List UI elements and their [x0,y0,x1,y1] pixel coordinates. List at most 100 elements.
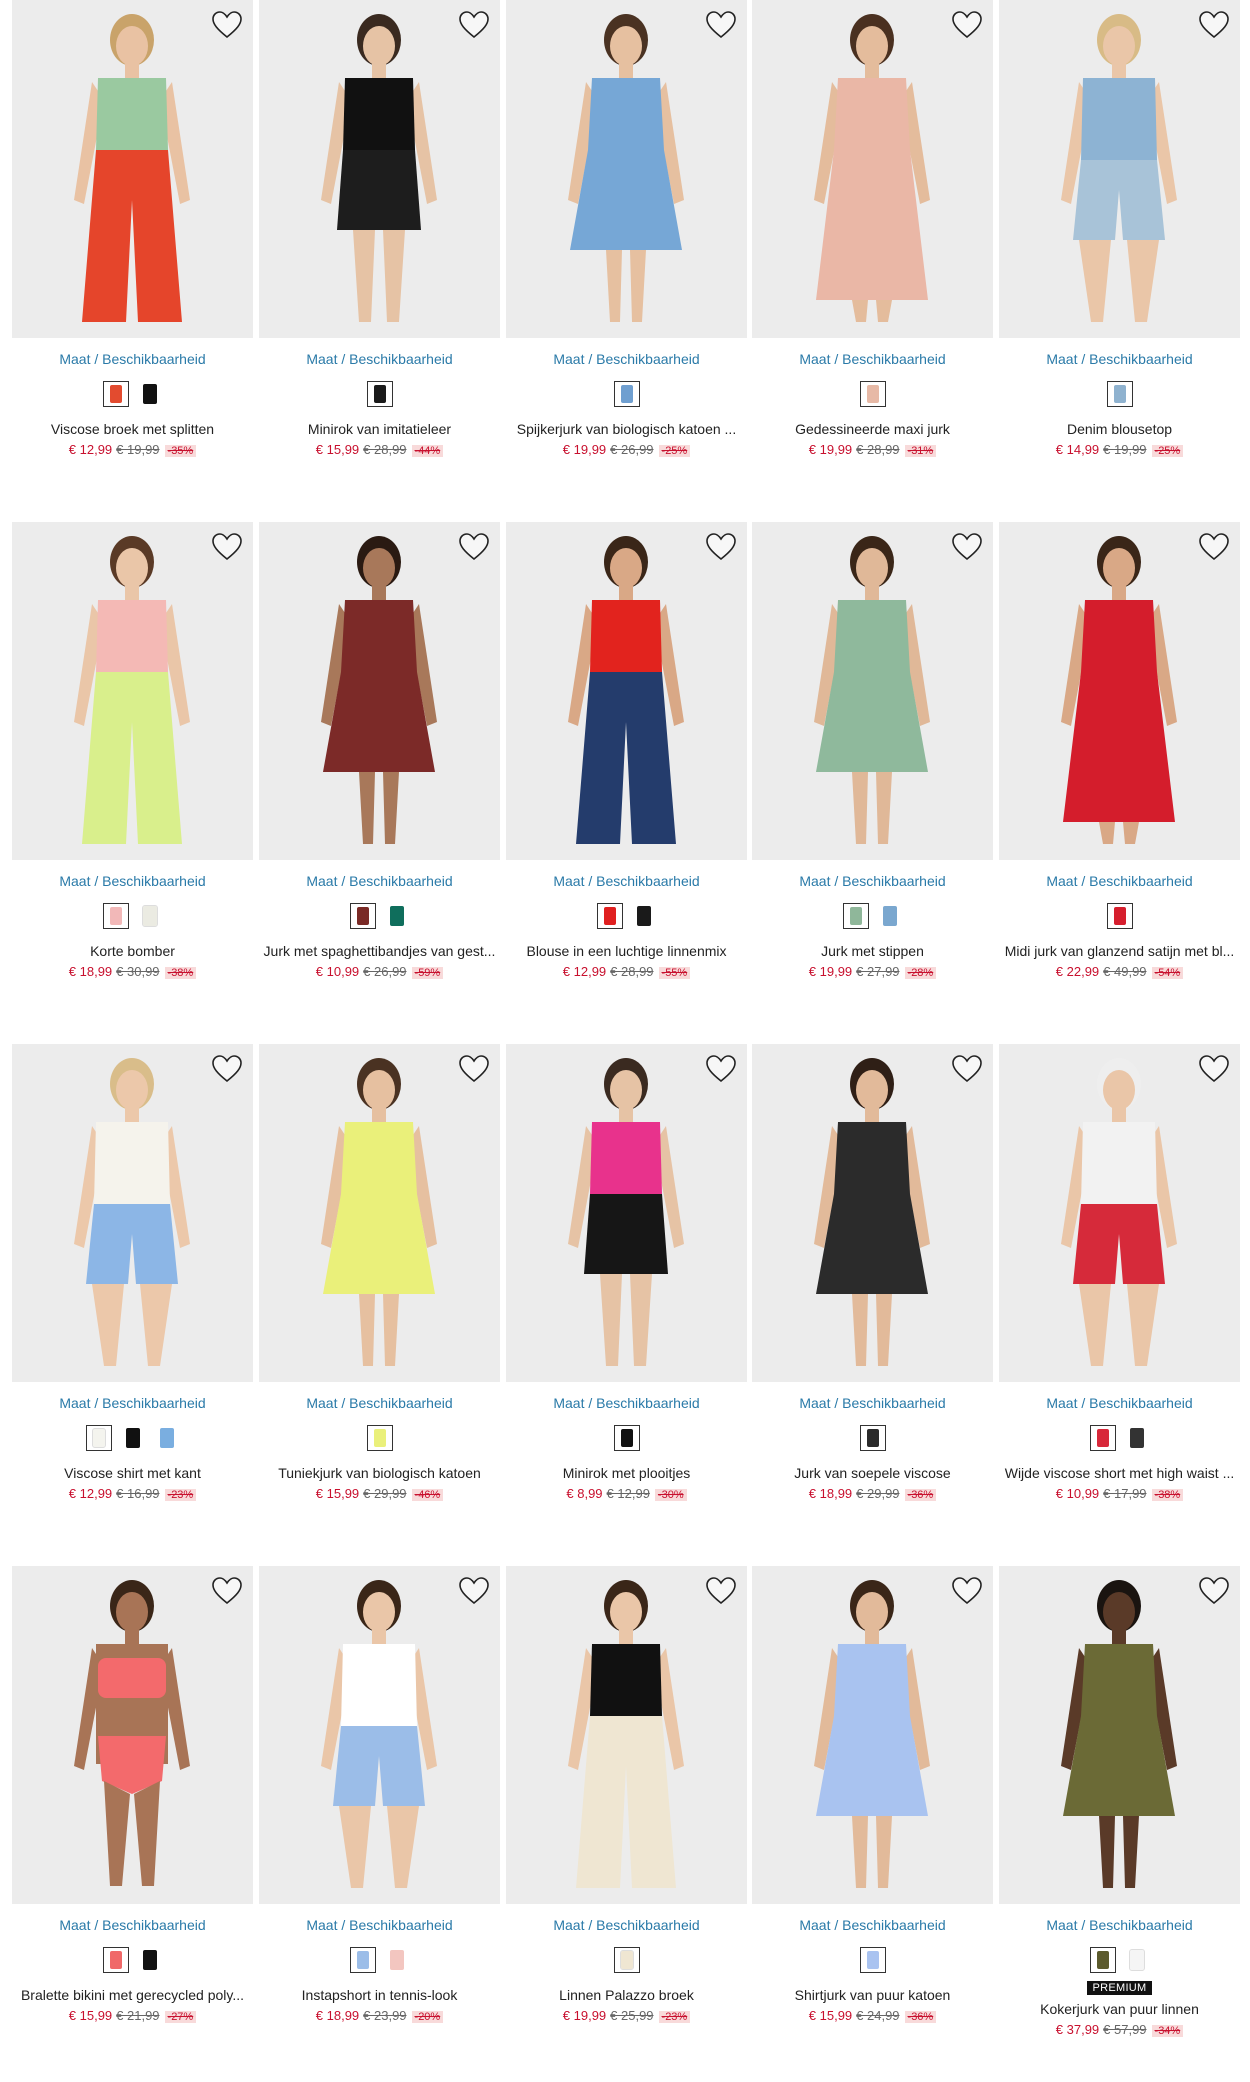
product-card[interactable]: Maat / Beschikbaarheid PREMIUM Kokerjurk v… [999,1566,1240,2037]
wishlist-heart-icon[interactable] [1198,532,1230,562]
product-name[interactable]: Spijkerjurk van biologisch katoen ... [506,421,747,437]
product-card[interactable]: Maat / Beschikbaarheid Minirok van imitat… [259,0,500,457]
wishlist-heart-icon[interactable] [1198,1054,1230,1084]
color-swatch[interactable] [596,903,623,929]
color-swatch[interactable] [1106,903,1133,929]
wishlist-heart-icon[interactable] [951,10,983,40]
size-availability-link[interactable]: Maat / Beschikbaarheid [259,1395,500,1411]
size-availability-link[interactable]: Maat / Beschikbaarheid [506,1395,747,1411]
product-card[interactable]: Maat / Beschikbaarheid Wijde viscose shor… [999,1044,1240,1501]
wishlist-heart-icon[interactable] [211,10,243,40]
size-availability-link[interactable]: Maat / Beschikbaarheid [12,351,253,367]
product-image[interactable] [259,1566,500,1904]
product-card[interactable]: Maat / Beschikbaarheid Korte bomber € 18,9… [12,522,253,979]
color-swatch[interactable] [1106,381,1133,407]
product-image[interactable] [506,0,747,338]
product-image[interactable] [259,0,500,338]
product-name[interactable]: Bralette bikini met gerecycled poly... [12,1987,253,2003]
wishlist-heart-icon[interactable] [705,1054,737,1084]
size-availability-link[interactable]: Maat / Beschikbaarheid [12,873,253,889]
product-name[interactable]: Gedessineerde maxi jurk [752,421,993,437]
product-image[interactable] [999,522,1240,860]
color-swatch[interactable] [102,903,129,929]
color-swatch[interactable] [85,1425,112,1451]
product-image[interactable] [999,1044,1240,1382]
color-swatch[interactable] [137,903,163,929]
wishlist-heart-icon[interactable] [458,1576,490,1606]
product-card[interactable]: Maat / Beschikbaarheid Viscose broek met … [12,0,253,457]
size-availability-link[interactable]: Maat / Beschikbaarheid [752,1395,993,1411]
product-name[interactable]: Midi jurk van glanzend satijn met bl... [999,943,1240,959]
color-swatch[interactable] [384,1947,410,1973]
wishlist-heart-icon[interactable] [951,1576,983,1606]
wishlist-heart-icon[interactable] [458,10,490,40]
product-image[interactable] [12,0,253,338]
wishlist-heart-icon[interactable] [1198,10,1230,40]
size-availability-link[interactable]: Maat / Beschikbaarheid [12,1917,253,1933]
product-name[interactable]: Viscose shirt met kant [12,1465,253,1481]
wishlist-heart-icon[interactable] [211,532,243,562]
product-name[interactable]: Jurk van soepele viscose [752,1465,993,1481]
product-name[interactable]: Jurk met spaghettibandjes van gest... [259,943,500,959]
product-card[interactable]: Maat / Beschikbaarheid Gedessineerde maxi… [752,0,993,457]
product-name[interactable]: Instapshort in tennis-look [259,1987,500,2003]
color-swatch[interactable] [102,381,129,407]
product-card[interactable]: Maat / Beschikbaarheid Tuniekjurk van bio… [259,1044,500,1501]
wishlist-heart-icon[interactable] [211,1576,243,1606]
product-image[interactable] [506,1566,747,1904]
product-card[interactable]: Maat / Beschikbaarheid Viscose shirt met … [12,1044,253,1501]
color-swatch[interactable] [631,903,657,929]
product-name[interactable]: Wijde viscose short met high waist ... [999,1465,1240,1481]
product-image[interactable] [752,1566,993,1904]
color-swatch[interactable] [613,381,640,407]
product-image[interactable] [999,0,1240,338]
wishlist-heart-icon[interactable] [458,1054,490,1084]
color-swatch[interactable] [859,1425,886,1451]
product-card[interactable]: Maat / Beschikbaarheid Linnen Palazzo bro… [506,1566,747,2023]
color-swatch[interactable] [1124,1947,1150,1973]
product-name[interactable]: Minirok met plooitjes [506,1465,747,1481]
product-card[interactable]: Maat / Beschikbaarheid Spijkerjurk van bi… [506,0,747,457]
product-card[interactable]: Maat / Beschikbaarheid Jurk met stippen € … [752,522,993,979]
product-image[interactable] [12,522,253,860]
size-availability-link[interactable]: Maat / Beschikbaarheid [259,351,500,367]
product-image[interactable] [752,522,993,860]
product-card[interactable]: Maat / Beschikbaarheid Jurk van soepele v… [752,1044,993,1501]
color-swatch[interactable] [120,1425,146,1451]
size-availability-link[interactable]: Maat / Beschikbaarheid [752,1917,993,1933]
color-swatch[interactable] [613,1947,640,1973]
color-swatch[interactable] [349,903,376,929]
product-card[interactable]: Maat / Beschikbaarheid Shirtjurk van puur… [752,1566,993,2023]
wishlist-heart-icon[interactable] [705,532,737,562]
color-swatch[interactable] [384,903,410,929]
product-name[interactable]: Denim blousetop [999,421,1240,437]
size-availability-link[interactable]: Maat / Beschikbaarheid [506,1917,747,1933]
size-availability-link[interactable]: Maat / Beschikbaarheid [259,873,500,889]
product-name[interactable]: Tuniekjurk van biologisch katoen [259,1465,500,1481]
color-swatch[interactable] [154,1425,180,1451]
color-swatch[interactable] [102,1947,129,1973]
color-swatch[interactable] [137,381,163,407]
product-card[interactable]: Maat / Beschikbaarheid Midi jurk van glan… [999,522,1240,979]
color-swatch[interactable] [366,381,393,407]
product-name[interactable]: Kokerjurk van puur linnen [999,2001,1240,2017]
size-availability-link[interactable]: Maat / Beschikbaarheid [506,873,747,889]
product-image[interactable] [752,0,993,338]
product-image[interactable] [259,522,500,860]
product-name[interactable]: Minirok van imitatieleer [259,421,500,437]
size-availability-link[interactable]: Maat / Beschikbaarheid [752,351,993,367]
size-availability-link[interactable]: Maat / Beschikbaarheid [999,1917,1240,1933]
wishlist-heart-icon[interactable] [211,1054,243,1084]
wishlist-heart-icon[interactable] [951,532,983,562]
color-swatch[interactable] [137,1947,163,1973]
color-swatch[interactable] [1124,1425,1150,1451]
size-availability-link[interactable]: Maat / Beschikbaarheid [999,1395,1240,1411]
product-card[interactable]: Maat / Beschikbaarheid Blouse in een luch… [506,522,747,979]
color-swatch[interactable] [842,903,869,929]
size-availability-link[interactable]: Maat / Beschikbaarheid [259,1917,500,1933]
color-swatch[interactable] [366,1425,393,1451]
size-availability-link[interactable]: Maat / Beschikbaarheid [999,873,1240,889]
wishlist-heart-icon[interactable] [705,1576,737,1606]
color-swatch[interactable] [877,903,903,929]
size-availability-link[interactable]: Maat / Beschikbaarheid [12,1395,253,1411]
